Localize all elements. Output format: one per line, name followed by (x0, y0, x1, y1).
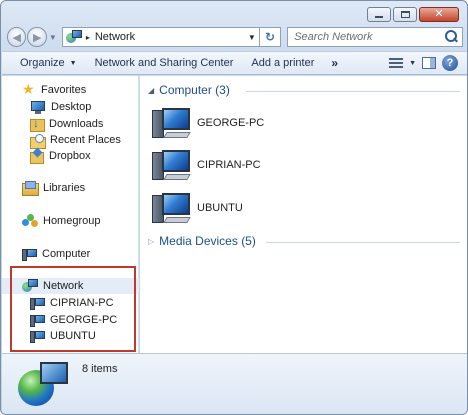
organize-button[interactable]: Organize ▼ (2, 52, 86, 74)
group-header-computer[interactable]: ◢ Computer (3) (148, 83, 460, 97)
nav-recent-places[interactable]: Recent Places (2, 132, 139, 149)
refresh-icon: ↻ (264, 30, 276, 44)
group-divider (266, 242, 460, 243)
help-icon[interactable]: ? (442, 55, 458, 71)
address-history-dropdown[interactable]: ▼ (245, 33, 259, 42)
computer-icon (22, 248, 37, 261)
nav-favorites[interactable]: Favorites (2, 81, 139, 98)
nav-homegroup[interactable]: Homegroup (2, 213, 139, 229)
nav-downloads-label: Downloads (49, 118, 104, 130)
forward-arrow-icon: ▶ (32, 31, 42, 44)
breadcrumb-separator[interactable]: ▸ (86, 33, 90, 42)
breadcrumb-network[interactable]: Network (95, 31, 245, 43)
dropbox-icon (30, 149, 44, 164)
expand-triangle-icon: ▷ (148, 236, 155, 246)
network-highlight-annotation (10, 266, 136, 352)
search-icon[interactable] (443, 29, 459, 45)
content-pane: ◢ Computer (3) GEORGE-PC CIPRIAN-PC UBUN… (140, 76, 467, 353)
change-view-icon[interactable] (389, 57, 404, 69)
nav-downloads[interactable]: Downloads (2, 116, 139, 132)
computer-icon (152, 106, 191, 140)
recent-pages-dropdown[interactable]: ▼ (49, 33, 57, 42)
network-icon (18, 362, 70, 410)
minimize-button[interactable] (367, 7, 391, 22)
nav-favorites-label: Favorites (41, 84, 87, 96)
nav-dropbox[interactable]: Dropbox (2, 148, 139, 164)
close-button[interactable]: ✕ (419, 7, 459, 22)
maximize-icon (400, 11, 410, 18)
network-icon (65, 30, 82, 44)
recent-places-icon (30, 133, 46, 149)
refresh-button[interactable]: ↻ (259, 27, 282, 47)
close-icon: ✕ (434, 8, 444, 20)
nav-libraries-label: Libraries (43, 182, 86, 194)
views-dropdown-icon[interactable]: ▼ (409, 60, 416, 67)
computer-item-label: UBUNTU (197, 202, 243, 214)
caption-buttons: ✕ (367, 7, 459, 22)
help-label: ? (446, 57, 454, 69)
group-header-media-devices[interactable]: ▷ Media Devices (5) (148, 234, 460, 248)
view-controls: ▼ ? (389, 55, 467, 71)
libraries-icon (22, 181, 39, 196)
homegroup-icon (22, 213, 38, 229)
downloads-icon (30, 116, 45, 132)
computer-icon (152, 191, 191, 225)
minimize-icon (375, 16, 383, 18)
more-commands-button[interactable]: » (323, 56, 346, 70)
nav-computer[interactable]: Computer (2, 246, 139, 262)
computer-item-label: GEORGE-PC (197, 117, 265, 129)
command-bar: Organize ▼ Network and Sharing Center Ad… (2, 51, 467, 75)
details-pane: 8 items (2, 353, 467, 414)
add-printer-button[interactable]: Add a printer (242, 52, 323, 74)
chevron-down-icon: ▼ (69, 59, 77, 67)
back-arrow-icon: ◀ (12, 31, 21, 44)
preview-pane-icon[interactable] (422, 57, 436, 69)
star-icon (22, 81, 36, 98)
nav-desktop-label: Desktop (51, 101, 92, 113)
nav-libraries[interactable]: Libraries (2, 180, 139, 196)
add-printer-label: Add a printer (251, 57, 315, 69)
item-count: 8 items (82, 363, 118, 375)
group-title-computer: Computer (3) (159, 83, 230, 97)
collapse-triangle-icon: ◢ (148, 85, 155, 95)
nav-desktop[interactable]: Desktop (2, 99, 139, 115)
network-sharing-label: Network and Sharing Center (94, 57, 234, 69)
computer-item-george-pc[interactable]: GEORGE-PC (152, 103, 352, 143)
desktop-icon (30, 100, 46, 114)
network-sharing-center-button[interactable]: Network and Sharing Center (86, 52, 243, 74)
address-bar[interactable]: ▸ Network ▼ (61, 27, 260, 47)
maximize-button[interactable] (393, 7, 417, 22)
group-divider (246, 91, 460, 92)
nav-recent-places-label: Recent Places (50, 134, 121, 146)
nav-computer-label: Computer (42, 248, 91, 260)
back-button[interactable]: ◀ (7, 27, 27, 47)
navigation-bar: ◀ ▶ ▼ ▸ Network ▼ ↻ (7, 26, 463, 48)
group-title-media-devices: Media Devices (5) (159, 234, 256, 248)
explorer-window: ✕ ◀ ▶ ▼ ▸ Network ▼ ↻ Organize ▼ Network… (0, 0, 468, 415)
computer-item-ciprian-pc[interactable]: CIPRIAN-PC (152, 145, 352, 185)
search-box[interactable] (287, 27, 463, 47)
computer-icon (152, 148, 191, 182)
forward-button[interactable]: ▶ (27, 27, 47, 47)
search-input[interactable] (294, 31, 443, 43)
nav-homegroup-label: Homegroup (43, 215, 101, 227)
organize-label: Organize (20, 57, 65, 69)
nav-dropbox-label: Dropbox (49, 150, 91, 162)
computer-item-label: CIPRIAN-PC (197, 159, 261, 171)
computer-item-ubuntu[interactable]: UBUNTU (152, 188, 352, 228)
